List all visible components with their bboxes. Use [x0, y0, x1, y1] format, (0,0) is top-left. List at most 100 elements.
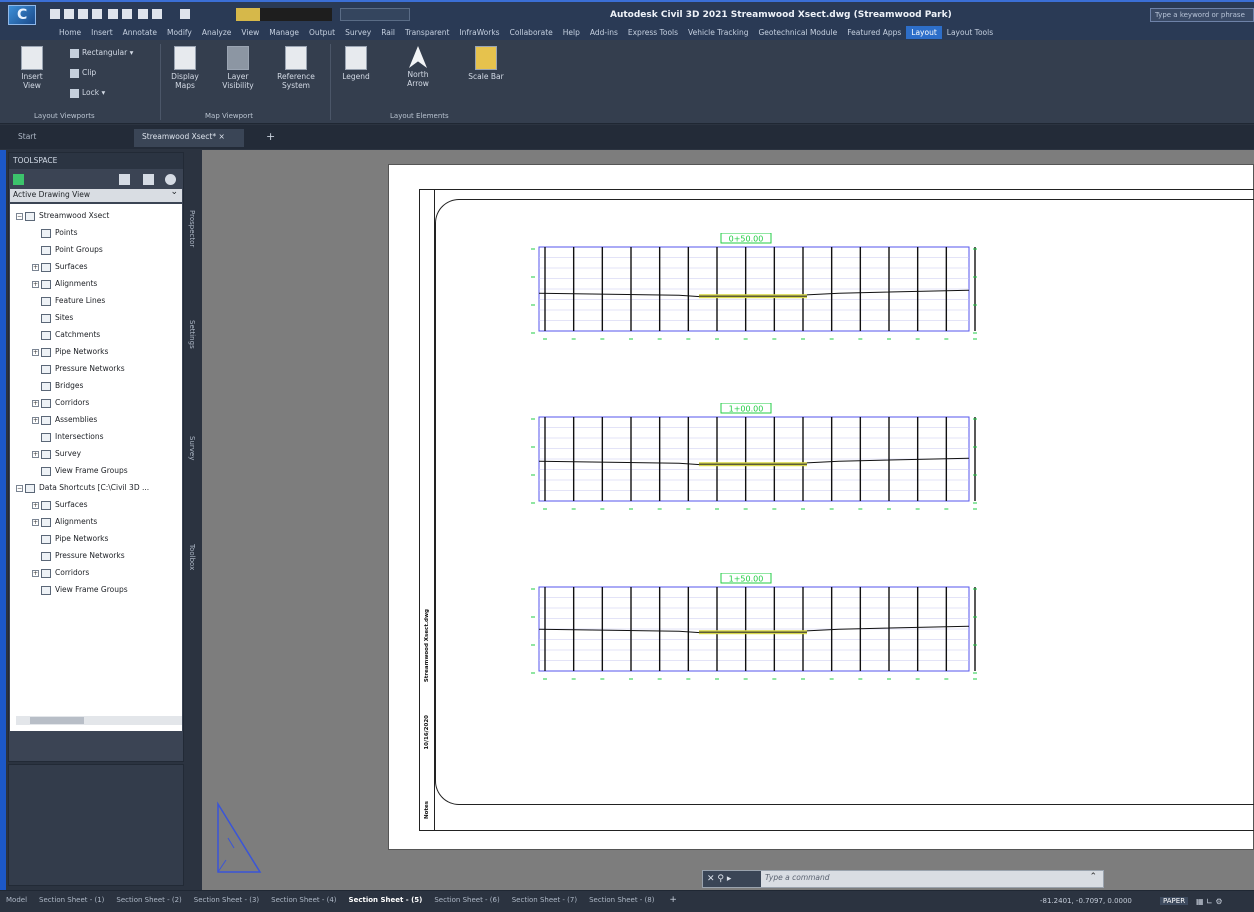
legend-button[interactable]: Legend: [334, 46, 378, 81]
section-view-3[interactable]: 1+50.00: [529, 573, 979, 685]
collapse-icon[interactable]: −: [16, 212, 23, 220]
ribbon-tab-add-ins[interactable]: Add-ins: [585, 26, 623, 39]
ribbon-tab-collaborate[interactable]: Collaborate: [505, 26, 558, 39]
tree-item[interactable]: + Assemblies: [10, 411, 182, 428]
ribbon-tab-help[interactable]: Help: [558, 26, 585, 39]
tree-item[interactable]: Intersections: [10, 428, 182, 445]
expand-icon[interactable]: +: [32, 263, 39, 271]
add-layout-button[interactable]: +: [663, 892, 683, 908]
tree-item[interactable]: + Pipe Networks: [10, 343, 182, 360]
layout-tab[interactable]: Section Sheet - (5): [343, 891, 429, 909]
tree-item[interactable]: − Streamwood Xsect: [10, 207, 182, 224]
save-icon[interactable]: [78, 9, 88, 19]
tree-item[interactable]: Pressure Networks: [10, 360, 182, 377]
side-tab-prospector[interactable]: Prospector: [188, 210, 196, 247]
new-file-icon[interactable]: [50, 9, 60, 19]
layout-tab[interactable]: Section Sheet - (3): [188, 891, 265, 909]
ribbon-tab-layout-tools[interactable]: Layout Tools: [942, 26, 998, 39]
north-arrow-button[interactable]: North Arrow: [396, 46, 440, 88]
new-tab-button[interactable]: +: [258, 129, 283, 147]
undo-icon[interactable]: [138, 9, 148, 19]
clip-button[interactable]: Clip: [70, 68, 96, 78]
paper-space-toggle[interactable]: PAPER: [1160, 897, 1189, 905]
expand-icon[interactable]: +: [32, 416, 39, 424]
tree-item[interactable]: + Alignments: [10, 275, 182, 292]
layout-tab[interactable]: Section Sheet - (1): [33, 891, 110, 909]
tree-item[interactable]: Point Groups: [10, 241, 182, 258]
tree-item[interactable]: + Corridors: [10, 394, 182, 411]
redo-icon[interactable]: [152, 9, 162, 19]
ribbon-tab-manage[interactable]: Manage: [264, 26, 304, 39]
layout-tab[interactable]: Section Sheet - (8): [583, 891, 660, 909]
ribbon-tab-rail[interactable]: Rail: [376, 26, 400, 39]
reference-system-button[interactable]: Reference System: [270, 46, 322, 90]
scale-bar-button[interactable]: Scale Bar: [464, 46, 508, 81]
collapse-icon[interactable]: −: [16, 484, 23, 492]
tree-item[interactable]: + Survey: [10, 445, 182, 462]
lightbulb-icon[interactable]: [180, 9, 190, 19]
command-line-buttons[interactable]: ✕ ⚲ ▸: [703, 871, 761, 887]
layout-tab[interactable]: Section Sheet - (7): [506, 891, 583, 909]
ribbon-tab-vehicle-tracking[interactable]: Vehicle Tracking: [683, 26, 753, 39]
ribbon-tab-transparent[interactable]: Transparent: [400, 26, 454, 39]
lock-button[interactable]: Lock ▾: [70, 88, 105, 98]
tree-item[interactable]: Pipe Networks: [10, 530, 182, 547]
plot-icon[interactable]: [108, 9, 118, 19]
ribbon-tab-featured-apps[interactable]: Featured Apps: [842, 26, 906, 39]
expand-icon[interactable]: +: [32, 501, 39, 509]
tree-item[interactable]: Pressure Networks: [10, 547, 182, 564]
expand-icon[interactable]: +: [32, 399, 39, 407]
side-tab-survey[interactable]: Survey: [188, 436, 196, 460]
ribbon-tab-view[interactable]: View: [236, 26, 264, 39]
ribbon-tab-output[interactable]: Output: [304, 26, 340, 39]
save-as-icon[interactable]: [92, 9, 102, 19]
tree-item[interactable]: + Alignments: [10, 513, 182, 530]
insert-view-button[interactable]: Insert View: [12, 46, 52, 90]
expand-icon[interactable]: +: [32, 348, 39, 356]
tab-start[interactable]: Start: [10, 129, 130, 147]
tab-drawing[interactable]: Streamwood Xsect* ×: [134, 129, 244, 147]
close-icon[interactable]: ×: [218, 132, 224, 141]
tree-item[interactable]: Feature Lines: [10, 292, 182, 309]
search-input[interactable]: Type a keyword or phrase: [1150, 8, 1254, 22]
ribbon-tab-analyze[interactable]: Analyze: [197, 26, 237, 39]
ribbon-tab-home[interactable]: Home: [54, 26, 86, 39]
toolspace-add-icon[interactable]: [13, 174, 24, 185]
open-file-icon[interactable]: [64, 9, 74, 19]
ribbon-tab-modify[interactable]: Modify: [162, 26, 197, 39]
command-input[interactable]: Type a command: [765, 873, 830, 882]
ribbon-tab-layout[interactable]: Layout: [906, 26, 942, 39]
civil3d-logo-icon[interactable]: [8, 5, 36, 25]
tree-item[interactable]: Points: [10, 224, 182, 241]
ribbon-tab-survey[interactable]: Survey: [340, 26, 376, 39]
side-tab-toolbox[interactable]: Toolbox: [188, 544, 196, 570]
tree-item[interactable]: + Surfaces: [10, 258, 182, 275]
layer-visibility-button[interactable]: Layer Visibility: [216, 46, 260, 90]
tree-item[interactable]: + Corridors: [10, 564, 182, 581]
rectangular-button[interactable]: Rectangular ▾: [70, 48, 133, 58]
color-control[interactable]: [340, 8, 410, 21]
ribbon-tab-annotate[interactable]: Annotate: [118, 26, 162, 39]
tree-item[interactable]: Bridges: [10, 377, 182, 394]
chevron-up-icon[interactable]: ⌃: [1089, 872, 1097, 882]
layout-tab[interactable]: Section Sheet - (4): [265, 891, 342, 909]
expand-icon[interactable]: +: [32, 569, 39, 577]
layout-tab[interactable]: Model: [0, 891, 33, 909]
ribbon-tab-infraworks[interactable]: InfraWorks: [454, 26, 504, 39]
toolspace-view-dropdown[interactable]: Active Drawing View: [10, 187, 182, 202]
ribbon-tab-express-tools[interactable]: Express Tools: [623, 26, 683, 39]
tree-item[interactable]: Catchments: [10, 326, 182, 343]
layout-tab[interactable]: Section Sheet - (2): [110, 891, 187, 909]
section-view-2[interactable]: 1+00.00: [529, 403, 979, 515]
display-maps-button[interactable]: Display Maps: [164, 46, 206, 90]
command-line[interactable]: ✕ ⚲ ▸ Type a command ⌃: [702, 870, 1104, 888]
tree-item[interactable]: − Data Shortcuts [C:\Civil 3D ...: [10, 479, 182, 496]
layer-control[interactable]: [236, 8, 332, 21]
section-view-1[interactable]: 0+50.00: [529, 233, 979, 345]
drawing-canvas[interactable]: Streamwood Xsect.dwg 10/16/2020 Notes 0+…: [202, 150, 1254, 890]
layout-tab[interactable]: Section Sheet - (6): [428, 891, 505, 909]
status-tools-icon[interactable]: ▦ ∟ ⚙: [1196, 897, 1223, 906]
horizontal-scrollbar[interactable]: [16, 716, 182, 725]
expand-icon[interactable]: +: [32, 518, 39, 526]
tree-item[interactable]: + Surfaces: [10, 496, 182, 513]
